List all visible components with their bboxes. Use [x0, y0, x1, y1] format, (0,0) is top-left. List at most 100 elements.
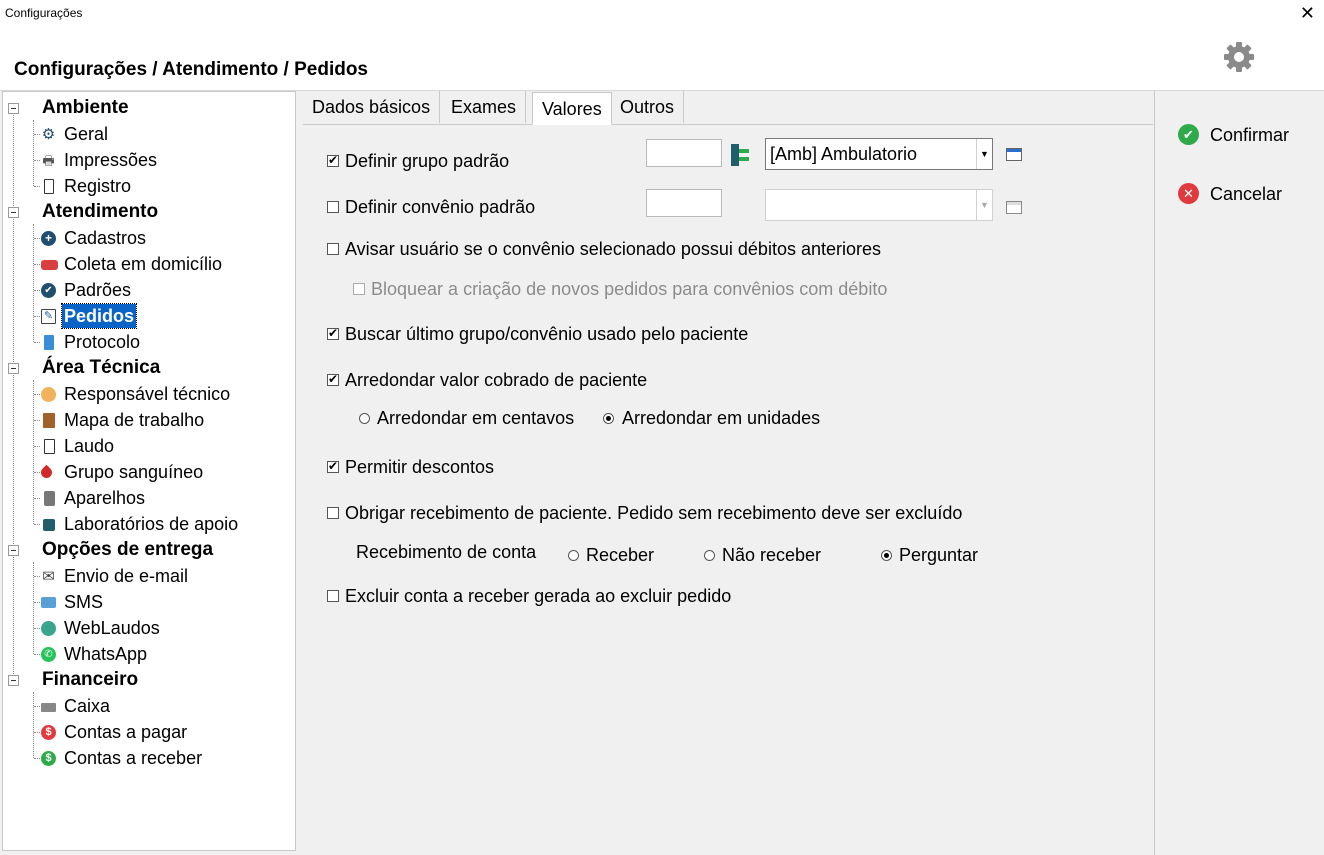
collapse-toggle-icon[interactable]: [8, 363, 19, 374]
title-bar: Configurações ✕: [0, 0, 1324, 28]
collapse-toggle-icon[interactable]: [8, 207, 19, 218]
gear-icon: [1224, 42, 1254, 72]
tree-item-label: Contas a receber: [64, 748, 203, 768]
perguntar-radio-row[interactable]: Perguntar: [879, 543, 1029, 567]
tree-line: [34, 628, 40, 629]
tree-item-label: Protocolo: [64, 332, 141, 352]
person-icon: [41, 387, 56, 402]
buscar-ultimo-row[interactable]: Buscar último grupo/convênio usado pelo …: [325, 322, 1125, 346]
confirm-button[interactable]: ✔ Confirmar: [1178, 122, 1318, 148]
receber-radio[interactable]: [568, 550, 579, 561]
tree-item-protocolo[interactable]: Protocolo: [3, 330, 293, 354]
tree-item-grupo-sanguineo[interactable]: Grupo sanguíneo: [3, 460, 293, 484]
tree-item-laudo[interactable]: Laudo: [3, 434, 293, 458]
perguntar-label: Perguntar: [899, 545, 979, 565]
tree-group-atendimento[interactable]: Atendimento: [3, 200, 293, 224]
tab-outros[interactable]: Outros: [611, 91, 685, 123]
tree-line: [34, 238, 40, 239]
collapse-toggle-icon[interactable]: [8, 545, 19, 556]
window-icon[interactable]: [1006, 201, 1022, 214]
nao-receber-radio[interactable]: [704, 550, 715, 561]
bloquear-debito-checkbox[interactable]: [353, 283, 365, 295]
excluir-conta-row[interactable]: Excluir conta a receber gerada ao exclui…: [325, 584, 1125, 608]
avisar-debitos-checkbox[interactable]: [327, 243, 339, 255]
tree-line: [34, 186, 40, 187]
close-icon[interactable]: ✕: [1300, 3, 1315, 24]
window-icon[interactable]: [1006, 148, 1022, 161]
tree-item-email[interactable]: ✉ Envio de e-mail: [3, 564, 293, 588]
grupo-select[interactable]: [Amb] Ambulatorio ▼: [765, 138, 993, 170]
tree-item-responsavel[interactable]: Responsável técnico: [3, 382, 293, 406]
tree-item-label: Padrões: [64, 280, 132, 300]
excluir-conta-checkbox[interactable]: [327, 590, 339, 602]
tree-item-geral[interactable]: ⚙ Geral: [3, 122, 293, 146]
tab-valores[interactable]: Valores: [532, 92, 612, 125]
descontos-checkbox[interactable]: [327, 458, 339, 474]
tree-item-impressoes[interactable]: 🖶 Impressões: [3, 148, 293, 172]
tree-item-whatsapp[interactable]: ✆ WhatsApp: [3, 642, 293, 666]
collapse-toggle-icon[interactable]: [8, 103, 19, 114]
globe-icon: [41, 621, 56, 636]
arredondar-unidades-radio-row[interactable]: Arredondar em unidades: [601, 406, 861, 430]
document-icon: [44, 179, 54, 194]
tree-item-weblaudos[interactable]: WebLaudos: [3, 616, 293, 640]
tree-item-aparelhos[interactable]: Aparelhos: [3, 486, 293, 510]
tree-item-registro[interactable]: Registro: [3, 174, 293, 198]
perguntar-radio[interactable]: [881, 550, 892, 561]
nao-receber-radio-row[interactable]: Não receber: [702, 543, 852, 567]
descontos-label: Permitir descontos: [345, 457, 495, 477]
arredondar-label: Arredondar valor cobrado de paciente: [345, 370, 648, 390]
tree-line: [34, 654, 40, 655]
descontos-row[interactable]: Permitir descontos: [325, 455, 725, 479]
convenio-padrao-checkbox[interactable]: [327, 201, 339, 213]
tree-item-padroes[interactable]: ✔ Padrões: [3, 278, 293, 302]
chevron-down-icon[interactable]: ▼: [976, 190, 992, 220]
convenio-select[interactable]: ▼: [765, 189, 993, 221]
printer-icon: 🖶: [42, 153, 55, 168]
avisar-debitos-row[interactable]: Avisar usuário se o convênio selecionado…: [325, 237, 1125, 261]
plus-circle-icon: +: [41, 231, 56, 246]
tree-item-contas-receber[interactable]: $ Contas a receber: [3, 746, 293, 770]
tree-group-label: Financeiro: [42, 669, 139, 690]
settings-content: Dados básicos Exames Valores Outros Defi…: [303, 91, 1153, 854]
tree-item-coleta[interactable]: Coleta em domicílio: [3, 252, 293, 276]
tree-item-sms[interactable]: SMS: [3, 590, 293, 614]
tree-line: [34, 472, 40, 473]
convenio-code-input[interactable]: [646, 189, 722, 217]
tree-line: [34, 420, 40, 421]
bloquear-debito-row[interactable]: Bloquear a criação de novos pedidos para…: [351, 277, 1131, 301]
tree-group-ambiente[interactable]: Ambiente: [3, 96, 293, 120]
grupo-code-input[interactable]: [646, 139, 722, 167]
tree-group-area-tecnica[interactable]: Área Técnica: [3, 356, 293, 380]
tree-group-financeiro[interactable]: Financeiro: [3, 668, 293, 692]
tree-line: [34, 758, 40, 759]
edit-document-icon: ✎: [41, 309, 56, 324]
tree-item-cadastros[interactable]: + Cadastros: [3, 226, 293, 250]
confirm-label: Confirmar: [1210, 125, 1290, 145]
group-tree-icon[interactable]: [731, 144, 751, 166]
notepad-icon: [44, 335, 54, 350]
buscar-ultimo-checkbox[interactable]: [327, 325, 339, 341]
arredondar-row[interactable]: Arredondar valor cobrado de paciente: [325, 368, 1125, 392]
tree-item-laboratorios[interactable]: Laboratórios de apoio: [3, 512, 293, 536]
arredondar-centavos-radio[interactable]: [359, 413, 370, 424]
obrigar-recebimento-row[interactable]: Obrigar recebimento de paciente. Pedido …: [325, 501, 1125, 525]
chevron-down-icon[interactable]: ▼: [976, 139, 992, 169]
receber-radio-row[interactable]: Receber: [566, 543, 686, 567]
arredondar-checkbox[interactable]: [327, 371, 339, 387]
tree-group-opcoes-entrega[interactable]: Opções de entrega: [3, 538, 293, 562]
tab-dados-basicos[interactable]: Dados básicos: [303, 91, 441, 123]
cancel-button[interactable]: ✕ Cancelar: [1178, 181, 1318, 207]
tree-item-contas-pagar[interactable]: $ Contas a pagar: [3, 720, 293, 744]
grupo-padrao-checkbox[interactable]: [327, 152, 339, 168]
arredondar-unidades-radio[interactable]: [603, 413, 614, 424]
collapse-toggle-icon[interactable]: [8, 675, 19, 686]
arredondar-centavos-radio-row[interactable]: Arredondar em centavos: [357, 406, 597, 430]
tree-item-mapa[interactable]: Mapa de trabalho: [3, 408, 293, 432]
tree-item-caixa[interactable]: Caixa: [3, 694, 293, 718]
obrigar-recebimento-checkbox[interactable]: [327, 507, 339, 519]
tree-item-pedidos[interactable]: ✎ Pedidos: [3, 303, 293, 329]
action-panel: ✔ Confirmar ✕ Cancelar: [1154, 91, 1324, 855]
tab-exames[interactable]: Exames: [442, 91, 527, 123]
tree-line: [34, 264, 40, 265]
